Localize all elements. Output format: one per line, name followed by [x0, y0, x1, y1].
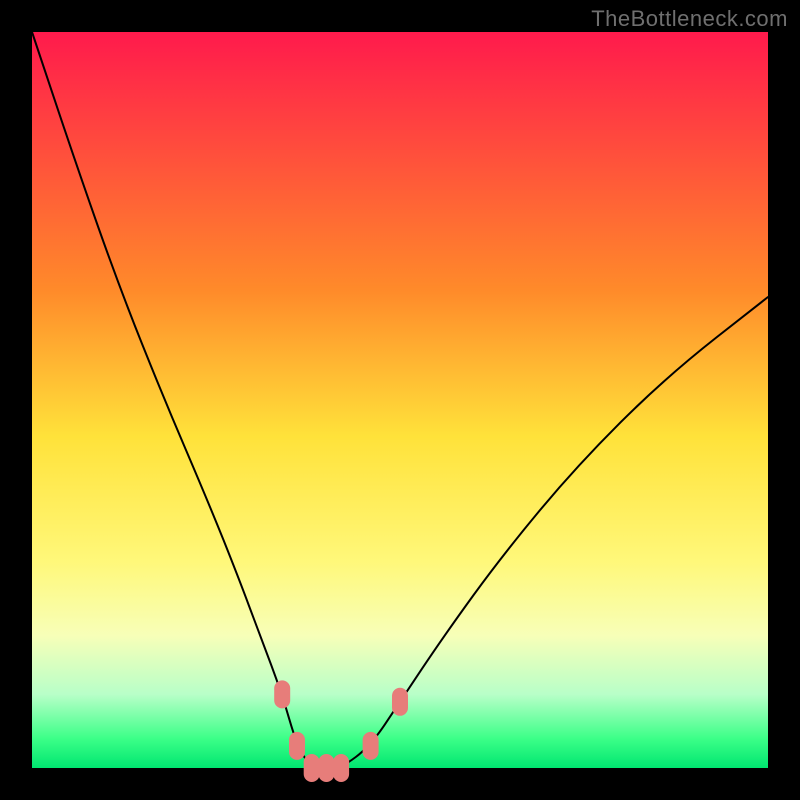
chart-frame: TheBottleneck.com: [0, 0, 800, 800]
plot-area: [32, 32, 768, 768]
minimum-marker: [363, 732, 379, 760]
minimum-marker: [289, 732, 305, 760]
minimum-marker: [274, 680, 290, 708]
minimum-bar: [306, 759, 347, 777]
bottleneck-chart: [0, 0, 800, 800]
minimum-marker: [392, 688, 408, 716]
watermark-text: TheBottleneck.com: [591, 6, 788, 32]
